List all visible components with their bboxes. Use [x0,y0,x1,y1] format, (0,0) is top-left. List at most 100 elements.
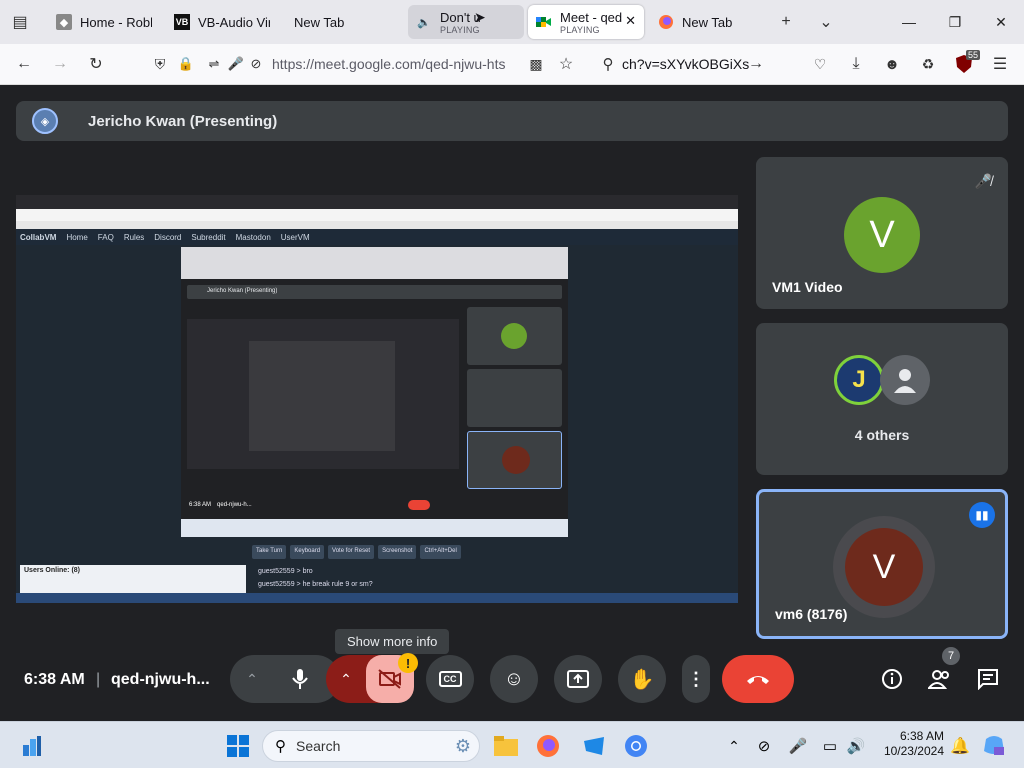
minimize-icon[interactable]: — [886,0,932,44]
tab-meet[interactable]: Meet - qed PLAYING ✕ [528,5,644,39]
lock-icon[interactable]: 🔒 [172,50,200,78]
shield-icon[interactable]: ⛨ [146,50,174,78]
go-arrow-icon[interactable]: → [742,50,770,78]
notification-bell-icon[interactable]: 🔔 [944,730,976,762]
picture-in-picture-icon[interactable]: ▩ [522,50,550,78]
browser-nav-bar: ← → ↻ ⛨ 🔒 ⇌ 🎤 ⊘ https://meet.google.com/… [0,44,1024,85]
file-explorer-icon[interactable] [490,730,522,762]
ctrl-alt-del-button[interactable]: Ctrl+Alt+Del [420,545,461,559]
widgets-icon[interactable] [16,730,48,762]
vm-tile-vm1 [467,307,562,365]
hand-icon: ✋ [629,668,655,691]
volume-icon[interactable]: 🔊 [840,730,872,762]
start-button[interactable] [222,730,254,762]
meeting-code[interactable]: qed-njwu-h... [111,671,210,689]
keyboard-button[interactable]: Keyboard [290,545,325,559]
reactions-button[interactable]: ☺ [490,655,538,703]
tooltip: Show more info [335,629,450,654]
present-button[interactable] [554,655,602,703]
users-online-panel: Users Online: (8) [20,565,246,593]
maximize-icon[interactable]: ❐ [932,0,978,44]
back-icon[interactable]: ← [10,50,38,78]
screenshot-button[interactable]: Screenshot [378,545,417,559]
leave-call-button[interactable] [722,655,794,703]
search-icon[interactable]: ⚲ [594,50,622,78]
tab-new-tab-2[interactable]: New Tab [650,5,762,39]
vm-tile-vm6 [467,431,562,489]
extension-badge: 55 [965,50,980,60]
meeting-separator: | [96,671,101,688]
search-icon: ⚲ [275,738,286,755]
tab-vb-audio[interactable]: VB VB-Audio Virti [166,5,278,39]
participant-tile-others[interactable]: J 4 others [756,323,1008,475]
copilot-icon[interactable] [978,730,1010,762]
address-bar-url[interactable]: https://meet.google.com/qed-njwu-hts [272,56,522,72]
search-highlight-icon: ⚙ [454,735,471,756]
vm-action-buttons: Take Turn Keyboard Vote for Reset Screen… [252,545,498,559]
video-options-chevron-icon[interactable]: ⌃ [326,671,366,688]
vm-tile-others [467,369,562,427]
chat-log: guest52559 > bro guest52559 > he break r… [258,568,373,588]
app-taskbar-icon[interactable] [578,730,610,762]
reload-icon[interactable]: ↻ [82,50,110,78]
more-options-button[interactable]: ⋮ [682,655,710,703]
audio-options-chevron-icon[interactable]: ⌃ [230,671,274,688]
download-icon[interactable]: ⤓ [842,50,870,78]
vote-reset-button[interactable]: Vote for Reset [328,545,375,559]
participant-tile-vm6[interactable]: V ▮▮ vm6 (8176) [756,489,1008,639]
vm-taskbar [181,519,568,537]
presenter-banner: ◈ Jericho Kwan (Presenting) [16,101,1008,141]
meet-icon [536,14,552,30]
speaking-indicator-icon: ▮▮ [969,502,995,528]
bookmark-star-icon[interactable]: ☆ [552,50,580,78]
pocket-icon[interactable]: ♡ [806,50,834,78]
microphone-button[interactable] [274,655,326,703]
microphone-tray-icon[interactable]: 🎤 [782,730,814,762]
search-box-text[interactable]: ch?v=sXYvkOBGiXs [622,56,749,72]
captions-button[interactable]: CC [426,655,474,703]
chat-button[interactable] [970,661,1006,697]
chrome-taskbar-icon[interactable] [620,730,652,762]
chevron-down-icon[interactable]: ⌄ [812,8,840,36]
muted-mic-icon: 🎤̸ [974,173,992,189]
ublock-icon[interactable]: 55 [950,50,980,78]
show-hidden-icons-chevron[interactable]: ⌃ [718,730,750,762]
network-icon[interactable]: ⊘ [748,730,780,762]
more-vert-icon: ⋮ [687,668,705,689]
menu-icon[interactable]: ☰ [986,50,1014,78]
meet-stage: ◈ Jericho Kwan (Presenting) CollabVM Hom… [0,85,1024,721]
emoji-icon: ☺ [503,667,525,690]
meeting-info-button[interactable] [874,661,910,697]
forward-icon[interactable]: → [46,50,74,78]
firefox-icon [658,14,674,30]
take-turn-button[interactable]: Take Turn [252,545,287,559]
extensions-icon[interactable]: ♻ [914,50,942,78]
vm-meet-controls: 6:38 AM qed-njwu-h... [181,493,568,517]
participant-tile-vm1[interactable]: 🎤̸ V VM1 Video [756,157,1008,309]
microphone-icon [292,669,308,689]
taskbar-search[interactable]: ⚲ Search ⚙ [262,730,480,762]
vm-browser-chrome [181,247,568,279]
mouse-cursor-icon: ➤ [474,9,486,25]
tab-roblox[interactable]: ◆ Home - Roblo [48,5,160,39]
camera-blocked-icon[interactable]: ⊘ [242,50,270,78]
people-button[interactable]: 7 [922,647,960,697]
vb-icon: VB [174,14,190,30]
account-icon[interactable]: ☻ [878,50,906,78]
firefox-taskbar-icon[interactable] [532,730,564,762]
close-tab-icon[interactable]: ✕ [625,13,636,29]
close-window-icon[interactable]: ✕ [978,0,1024,44]
roblox-icon: ◆ [56,14,72,30]
tab-youtube-playing[interactable]: 🔈 Don't u PLAYING ➤ [408,5,524,39]
camera-off-icon [378,669,401,689]
vm-screen: Jericho Kwan (Presenting) 6:38 AM qed-nj… [181,247,568,537]
speaker-icon: 🔈 [417,16,431,29]
raise-hand-button[interactable]: ✋ [618,655,666,703]
tab-new-tab[interactable]: New Tab [286,5,398,39]
tab-list-icon[interactable]: ▤ [6,8,34,36]
new-tab-icon[interactable]: + [772,8,800,36]
inner-bookmarks [16,221,738,229]
taskbar-clock[interactable]: 6:38 AM 10/23/2024 [884,729,944,759]
participants-count-badge: 7 [942,647,960,665]
browser-tab-bar: ▤ ◆ Home - Roblo VB VB-Audio Virti New T… [0,0,1024,44]
